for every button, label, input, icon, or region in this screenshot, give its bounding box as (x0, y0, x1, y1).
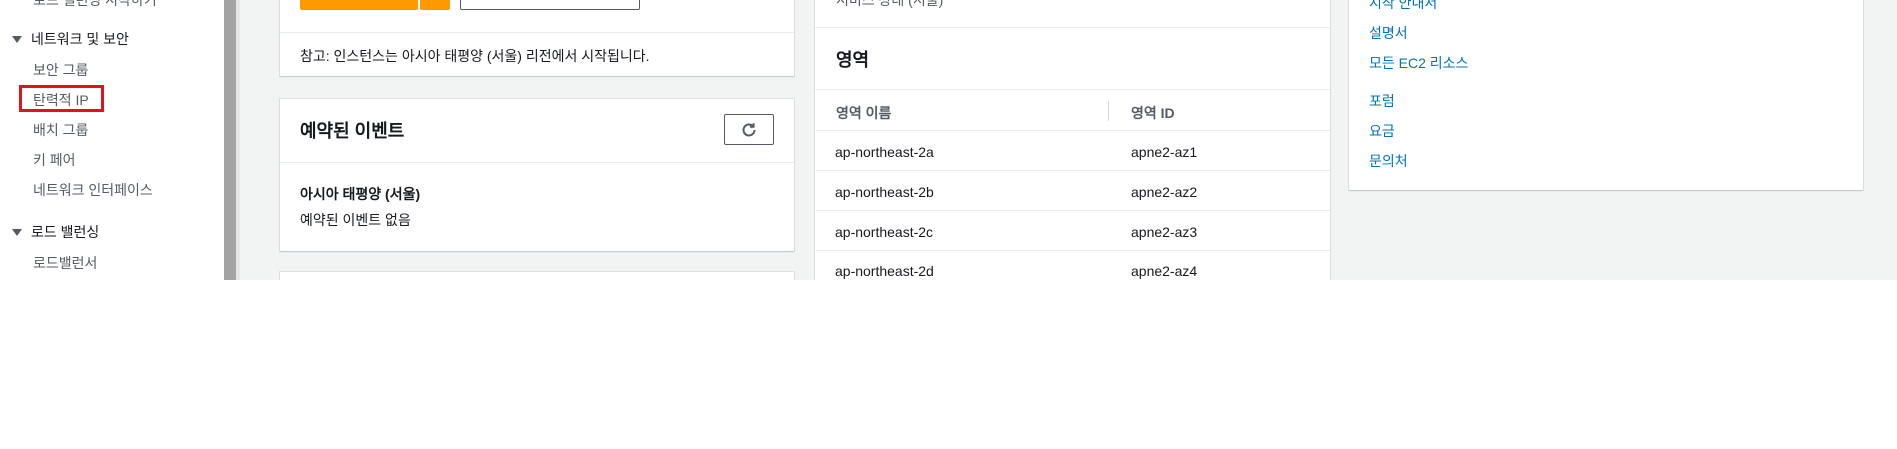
sidebar-section-network[interactable]: 네트워크 및 보안 (12, 29, 129, 49)
sidebar-section-label: 네트워크 및 보안 (31, 31, 129, 47)
link-all-ec2-resources[interactable]: 모든 EC2 리소스 (1369, 53, 1468, 73)
divider (815, 130, 1330, 131)
zone-id-header[interactable]: 영역 ID (1131, 103, 1175, 123)
link-contact[interactable]: 문의처 (1369, 151, 1408, 171)
sidebar-item-placement-groups[interactable]: 배치 그룹 (33, 120, 88, 140)
sidebar-item-key-pairs[interactable]: 키 페어 (33, 150, 76, 170)
events-region-name: 아시아 태평양 (서울) (300, 186, 421, 202)
caret-down-icon (12, 35, 22, 43)
screenshot-area: 로드 밸런싱 시작하기 네트워크 및 보안 보안 그룹 탄력적 IP 배치 그룹… (0, 0, 1897, 280)
divider (280, 32, 794, 33)
service-health-text: 서비스 상태 (서울) (836, 0, 944, 8)
zone-name-header[interactable]: 영역 이름 (836, 103, 891, 123)
scheduled-events-title: 예약된 이벤트 (300, 121, 405, 141)
region-note: 참고: 인스턴스는 아시아 태평양 (서울) 리전에서 시작됩니다. (300, 48, 650, 64)
link-getting-started[interactable]: 시작 안내서 (1369, 0, 1437, 13)
link-forum[interactable]: 포럼 (1369, 91, 1395, 111)
table-row-divider (815, 170, 1330, 171)
zone-name-cell: ap-northeast-2d (835, 263, 934, 279)
launch-instance-button[interactable] (300, 0, 418, 10)
refresh-button[interactable] (724, 114, 774, 145)
sidebar-item-cut[interactable]: 로드 밸런싱 시작하기 (33, 0, 157, 10)
sidebar-item-network-interfaces[interactable]: 네트워크 인터페이스 (33, 180, 153, 200)
link-pricing[interactable]: 요금 (1369, 121, 1395, 141)
zones-title: 영역 (836, 50, 870, 70)
zone-name-cell: ap-northeast-2a (835, 144, 934, 160)
zone-id-cell: apne2-az1 (1131, 144, 1198, 160)
sidebar: 로드 밸런싱 시작하기 네트워크 및 보안 보안 그룹 탄력적 IP 배치 그룹… (0, 0, 224, 280)
additional-info-card (1349, 0, 1863, 190)
divider (280, 162, 794, 163)
sidebar-scroll-thumb[interactable] (224, 0, 236, 280)
sidebar-section-label: 로드 밸런싱 (31, 224, 100, 240)
refresh-icon (742, 122, 756, 136)
sidebar-section-load-balancing[interactable]: 로드 밸런싱 (12, 222, 99, 242)
zone-id-cell: apne2-az2 (1131, 184, 1198, 200)
launch-dropdown-button[interactable] (420, 0, 450, 10)
divider (815, 27, 1330, 28)
zone-id-cell: apne2-az4 (1131, 263, 1198, 279)
highlight-box (19, 85, 104, 112)
divider (815, 89, 1330, 90)
zone-id-cell: apne2-az3 (1131, 224, 1198, 240)
next-card (280, 272, 794, 280)
column-separator[interactable] (1108, 101, 1109, 121)
sidebar-item-security-groups[interactable]: 보안 그룹 (33, 60, 88, 80)
table-row-divider (815, 210, 1330, 211)
zone-name-cell: ap-northeast-2c (835, 224, 934, 240)
link-documentation[interactable]: 설명서 (1369, 23, 1408, 43)
caret-down-icon (12, 228, 22, 236)
sidebar-item-load-balancers[interactable]: 로드밸런서 (33, 253, 97, 273)
migrate-server-button[interactable] (460, 0, 640, 10)
no-events-text: 예약된 이벤트 없음 (300, 212, 411, 228)
table-row-divider (815, 250, 1330, 251)
zone-name-cell: ap-northeast-2b (835, 184, 934, 200)
